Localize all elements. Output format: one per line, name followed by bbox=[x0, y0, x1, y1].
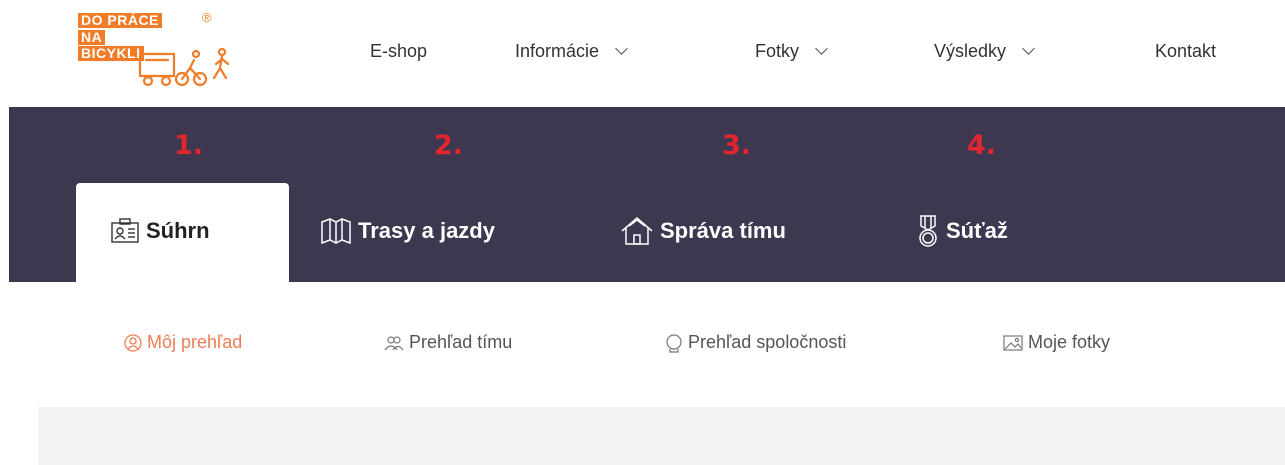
chevron-down-icon bbox=[815, 41, 828, 55]
logo[interactable]: DO PRÁCE ® NA BICYKLI bbox=[78, 10, 258, 92]
topnav-fotky-label: Fotky bbox=[755, 40, 800, 61]
topnav-eshop-label: E-shop bbox=[370, 40, 428, 61]
id-card-icon bbox=[110, 216, 140, 246]
topnav-eshop[interactable]: E-shop bbox=[370, 36, 427, 66]
medal-icon bbox=[916, 214, 940, 248]
subnav-moje-fotky[interactable]: Moje fotky bbox=[1003, 332, 1110, 353]
topnav-informacie-label: Informácie bbox=[515, 40, 600, 61]
tab-suhrn-label: Súhrn bbox=[146, 217, 210, 243]
logo-line-1: DO PRÁCE bbox=[78, 13, 162, 28]
bicycle-pedestrian-logo-icon bbox=[138, 47, 230, 87]
tab-sutaz[interactable]: Súťaž bbox=[916, 183, 1008, 282]
company-icon bbox=[665, 333, 683, 353]
tab-trasy-a-jazdy-label: Trasy a jazdy bbox=[358, 217, 495, 243]
subnav-moje-fotky-label: Moje fotky bbox=[1028, 332, 1111, 352]
tab-sprava-timu[interactable]: Správa tímu bbox=[620, 183, 786, 282]
topnav-kontakt[interactable]: Kontakt bbox=[1155, 36, 1216, 66]
subnav-prehlad-spolocnosti-label: Prehľad spoločnosti bbox=[688, 332, 847, 352]
house-icon bbox=[620, 215, 654, 247]
chevron-down-icon bbox=[1022, 41, 1035, 55]
logo-line-2: NA bbox=[78, 30, 106, 45]
image-icon bbox=[1003, 334, 1023, 352]
subnav-prehlad-timu-label: Prehľad tímu bbox=[409, 332, 513, 352]
logo-registered-mark: ® bbox=[202, 10, 212, 25]
tab-sutaz-label: Súťaž bbox=[946, 217, 1008, 243]
tab-sprava-timu-label: Správa tímu bbox=[660, 217, 786, 243]
annotation-number-3: 3. bbox=[722, 130, 752, 161]
subnav-prehlad-spolocnosti[interactable]: Prehľad spoločnosti bbox=[665, 332, 846, 353]
annotation-number-1: 1. bbox=[174, 130, 204, 161]
content-area bbox=[38, 407, 1285, 465]
topnav-vysledky[interactable]: Výsledky bbox=[934, 36, 1035, 66]
team-icon bbox=[384, 334, 404, 352]
person-icon bbox=[124, 333, 142, 352]
tab-suhrn[interactable]: Súhrn bbox=[76, 183, 289, 282]
logo-line-3: BICYKLI bbox=[78, 46, 144, 61]
topnav-kontakt-label: Kontakt bbox=[1155, 40, 1217, 61]
topnav-vysledky-label: Výsledky bbox=[934, 40, 1007, 61]
tab-trasy-a-jazdy[interactable]: Trasy a jazdy bbox=[320, 183, 495, 282]
topnav-informacie[interactable]: Informácie bbox=[515, 36, 628, 66]
chevron-down-icon bbox=[615, 41, 628, 55]
map-icon bbox=[320, 216, 352, 246]
topnav-fotky[interactable]: Fotky bbox=[755, 36, 828, 66]
subnav-moj-prehlad-label: Môj prehľad bbox=[147, 332, 243, 352]
site-header: DO PRÁCE ® NA BICYKLI E-shop Informácie bbox=[0, 0, 1285, 107]
subnav-moj-prehlad[interactable]: Môj prehľad bbox=[124, 332, 242, 353]
annotation-number-2: 2. bbox=[434, 130, 464, 161]
annotation-number-4: 4. bbox=[967, 130, 997, 161]
subnav-prehlad-timu[interactable]: Prehľad tímu bbox=[384, 332, 512, 353]
